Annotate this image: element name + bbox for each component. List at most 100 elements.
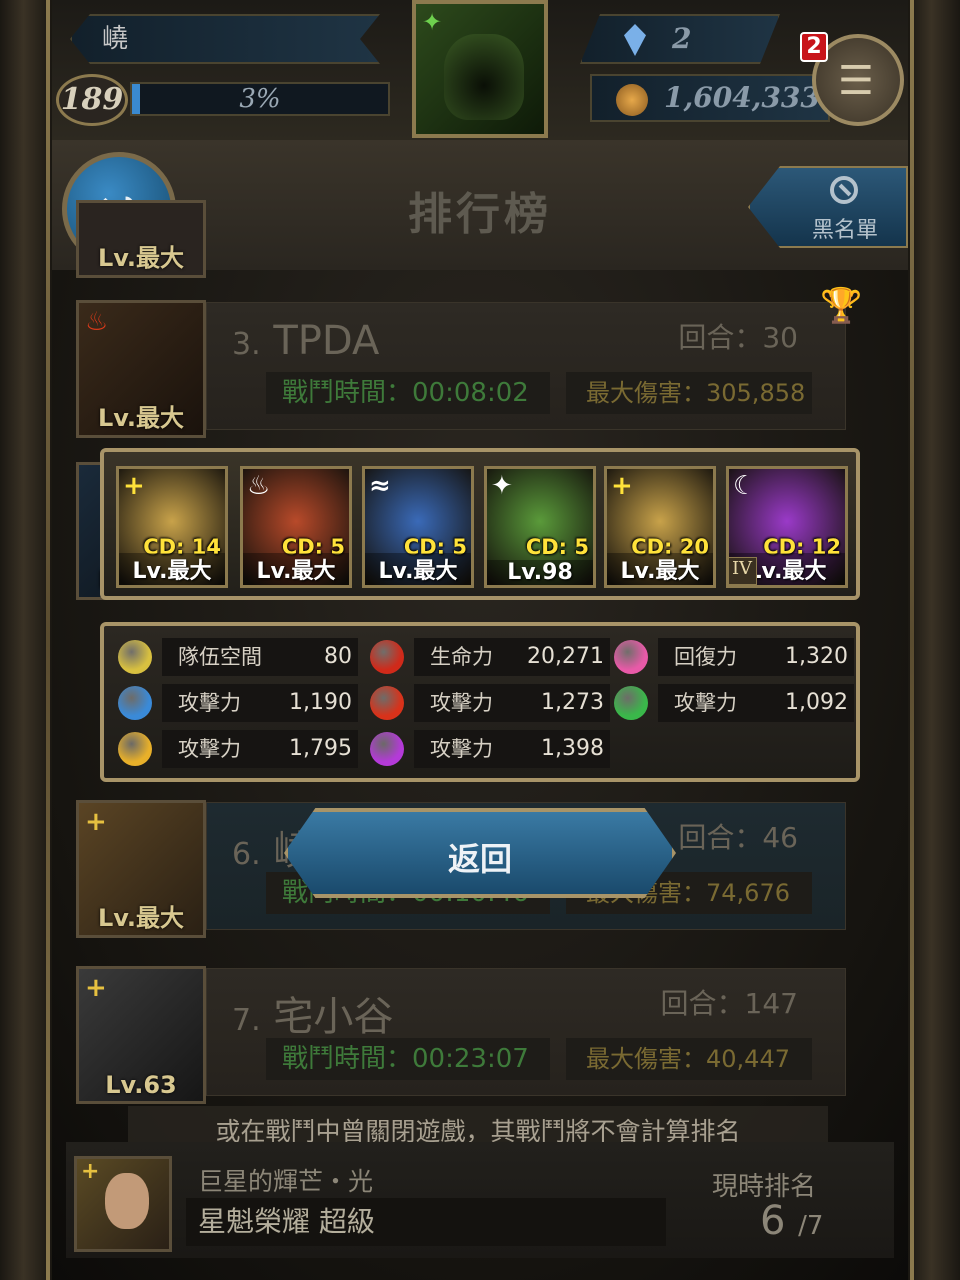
return-button[interactable]: 返回 <box>284 808 676 898</box>
exp-percent: 3% <box>239 84 281 114</box>
stat-fire-attack: 攻擊力 1,273 <box>370 684 610 722</box>
wood-attribute-icon: ✦ <box>491 471 513 501</box>
rank-row[interactable]: ♨ Lv.最大 3. TPDA 回合：30 戰鬥時間：00:08:02 最大傷害… <box>72 300 848 440</box>
gem-counter[interactable]: 2 <box>580 14 780 64</box>
water-orb-icon <box>118 686 152 720</box>
team-card[interactable]: ♨ CD: 5 Lv.最大 <box>240 466 352 588</box>
max-damage-label: 最大傷害： <box>586 379 706 407</box>
team-card[interactable]: ☾ CD: 12 Lv.最大 IV <box>726 466 848 588</box>
max-damage-value: 305,858 <box>706 379 806 407</box>
stat-light-attack: 攻擊力 1,795 <box>118 730 358 768</box>
player-level-badge: 189 <box>56 74 128 126</box>
fire-attribute-icon: ♨ <box>85 307 109 337</box>
wood-attribute-icon: ✦ <box>422 8 443 36</box>
team-panel: + CD: 14 Lv.最大 ♨ CD: 5 Lv.最大 ≈ CD: 5 Lv.… <box>100 448 860 600</box>
light-attribute-icon: + <box>85 807 107 837</box>
menu-icon: ☰ <box>838 58 874 104</box>
team-level: Lv.最大 <box>607 553 713 585</box>
team-card[interactable]: + CD: 20 Lv.最大 <box>604 466 716 588</box>
battle-time-value: 00:23:07 <box>412 1044 529 1074</box>
my-rank-title: 星魁榮耀 超級 <box>186 1198 666 1246</box>
stat-box: 生命力 20,271 <box>414 638 610 676</box>
light-attribute-icon: + <box>611 471 633 501</box>
rank-number: 6. <box>232 837 261 872</box>
stat-box: 攻擊力 1,190 <box>162 684 358 722</box>
rank-number: 7. <box>232 1003 261 1038</box>
rank-avatar-level: Lv.63 <box>105 1071 177 1099</box>
rank-round: 回合：46 <box>678 821 798 854</box>
stat-water-attack: 攻擊力 1,190 <box>118 684 358 722</box>
battle-time-label: 戰鬥時間： <box>282 1044 413 1074</box>
notification-badge: 2 <box>800 32 828 62</box>
battle-time: 戰鬥時間：00:23:07 <box>266 1038 550 1080</box>
rank-avatar: Lv.最大 <box>76 200 206 278</box>
coin-icon <box>616 84 648 116</box>
coin-value: 1,604,333 <box>664 81 820 114</box>
rank-avatar-level: Lv.最大 <box>97 244 185 272</box>
hp-drop-icon <box>370 640 404 674</box>
dark-attribute-icon: ☾ <box>733 471 757 501</box>
return-label: 返回 <box>447 840 512 878</box>
current-rank: 6 /7 <box>760 1198 823 1244</box>
stat-value: 20,271 <box>527 644 604 669</box>
player-name: 嶢 <box>70 14 380 64</box>
rank-total: /7 <box>798 1211 824 1241</box>
stat-value: 1,398 <box>541 736 604 761</box>
stat-box: 回復力 1,320 <box>658 638 854 676</box>
rank-player-name: TPDA <box>273 318 380 364</box>
rank-player-name: 宅小谷 <box>273 994 394 1040</box>
rank-round: 回合：30 <box>678 321 798 354</box>
leader-face <box>444 34 524 120</box>
max-damage-value: 40,447 <box>706 1045 790 1073</box>
stat-value: 80 <box>324 644 352 669</box>
team-card[interactable]: ≈ CD: 5 Lv.最大 <box>362 466 474 588</box>
stat-wood-attack: 攻擊力 1,092 <box>614 684 854 722</box>
max-damage-value: 74,676 <box>706 879 790 907</box>
rank-round: 回合：147 <box>660 987 798 1020</box>
gem-value: 2 <box>672 22 692 55</box>
rank-avatar[interactable]: + Lv.最大 <box>76 800 206 938</box>
light-attribute-icon: + <box>123 471 145 501</box>
rank-name: 7. 宅小谷 <box>232 984 393 1042</box>
stat-box: 攻擊力 1,795 <box>162 730 358 768</box>
rank-badge: IV <box>729 557 757 585</box>
dark-orb-icon <box>370 732 404 766</box>
heart-icon <box>614 640 648 674</box>
stat-label: 攻擊力 <box>178 737 241 761</box>
team-card[interactable]: + CD: 14 Lv.最大 <box>116 466 228 588</box>
max-damage: 最大傷害：40,447 <box>566 1038 812 1080</box>
my-title: 巨星的輝芒・光 <box>198 1167 374 1196</box>
team-level: Lv.最大 <box>119 553 225 585</box>
battle-time-label: 戰鬥時間： <box>282 378 413 408</box>
stats-panel: 隊伍空間 80 生命力 20,271 回復力 1,320 攻擊力 1,190 攻擊力 1,… <box>100 622 860 782</box>
team-card[interactable]: ✦ CD: 5 Lv.98 <box>484 466 596 588</box>
rank-avatar-level: Lv.最大 <box>97 904 185 932</box>
my-avatar[interactable]: + <box>74 1156 172 1252</box>
stat-box: 攻擊力 1,092 <box>658 684 854 722</box>
battle-time-value: 00:08:02 <box>412 378 529 408</box>
rank-avatar[interactable]: ♨ Lv.最大 <box>76 300 206 438</box>
current-rank-value: 6 <box>760 1198 786 1244</box>
avatar-face <box>105 1173 149 1229</box>
my-rank-bar: + 巨星的輝芒・光 星魁榮耀 超級 現時排名 6 /7 <box>66 1142 894 1258</box>
rank-avatar[interactable]: + Lv.63 <box>76 966 206 1104</box>
team-level: Lv.最大 <box>243 553 349 585</box>
battle-time: 戰鬥時間：00:08:02 <box>266 372 550 414</box>
rank-row[interactable]: + Lv.63 7. 宅小谷 回合：147 戰鬥時間：00:23:07 最大傷害… <box>72 966 848 1106</box>
light-attribute-icon: + <box>81 1159 100 1184</box>
rank-avatar-level: Lv.最大 <box>97 404 185 432</box>
stat-label: 回復力 <box>674 645 737 669</box>
stat-label: 生命力 <box>430 645 493 669</box>
rank-name: 3. TPDA <box>232 318 379 364</box>
team-level: Lv.最大 <box>365 553 471 585</box>
stat-hp: 生命力 20,271 <box>370 638 610 676</box>
stat-value: 1,795 <box>289 736 352 761</box>
max-damage: 最大傷害：305,858 <box>566 372 812 414</box>
leader-portrait[interactable]: ✦ <box>412 0 548 138</box>
stat-value: 1,190 <box>289 690 352 715</box>
light-attribute-icon: + <box>85 973 107 1003</box>
team-level: Lv.98 <box>487 560 593 585</box>
stat-box: 隊伍空間 80 <box>162 638 358 676</box>
stat-recovery: 回復力 1,320 <box>614 638 854 676</box>
diamond-icon <box>624 24 646 56</box>
